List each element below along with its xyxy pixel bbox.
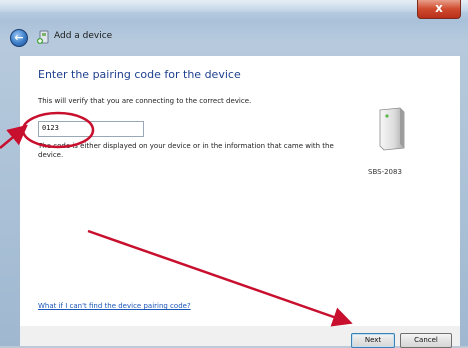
description-text: This will verify that you are connecting…	[38, 97, 252, 105]
back-arrow-icon: ←	[14, 31, 24, 44]
help-link[interactable]: What if I can't find the device pairing …	[38, 302, 191, 310]
code-help-text: The code is either displayed on your dev…	[38, 142, 334, 159]
back-button[interactable]: ←	[10, 29, 28, 47]
page-heading: Enter the pairing code for the device	[38, 68, 241, 81]
add-device-icon	[37, 30, 49, 44]
dialog-content: Enter the pairing code for the device Th…	[20, 56, 460, 326]
device-name-label: SBS-2083	[368, 168, 402, 176]
device-icon	[379, 107, 405, 151]
pairing-code-input[interactable]: 0123	[38, 121, 144, 137]
close-button[interactable]: x	[417, 0, 461, 19]
window-frame: x ← Add a device Enter the pairing code …	[0, 0, 468, 348]
window-title: Add a device	[54, 31, 113, 41]
title-bar	[0, 0, 468, 12]
